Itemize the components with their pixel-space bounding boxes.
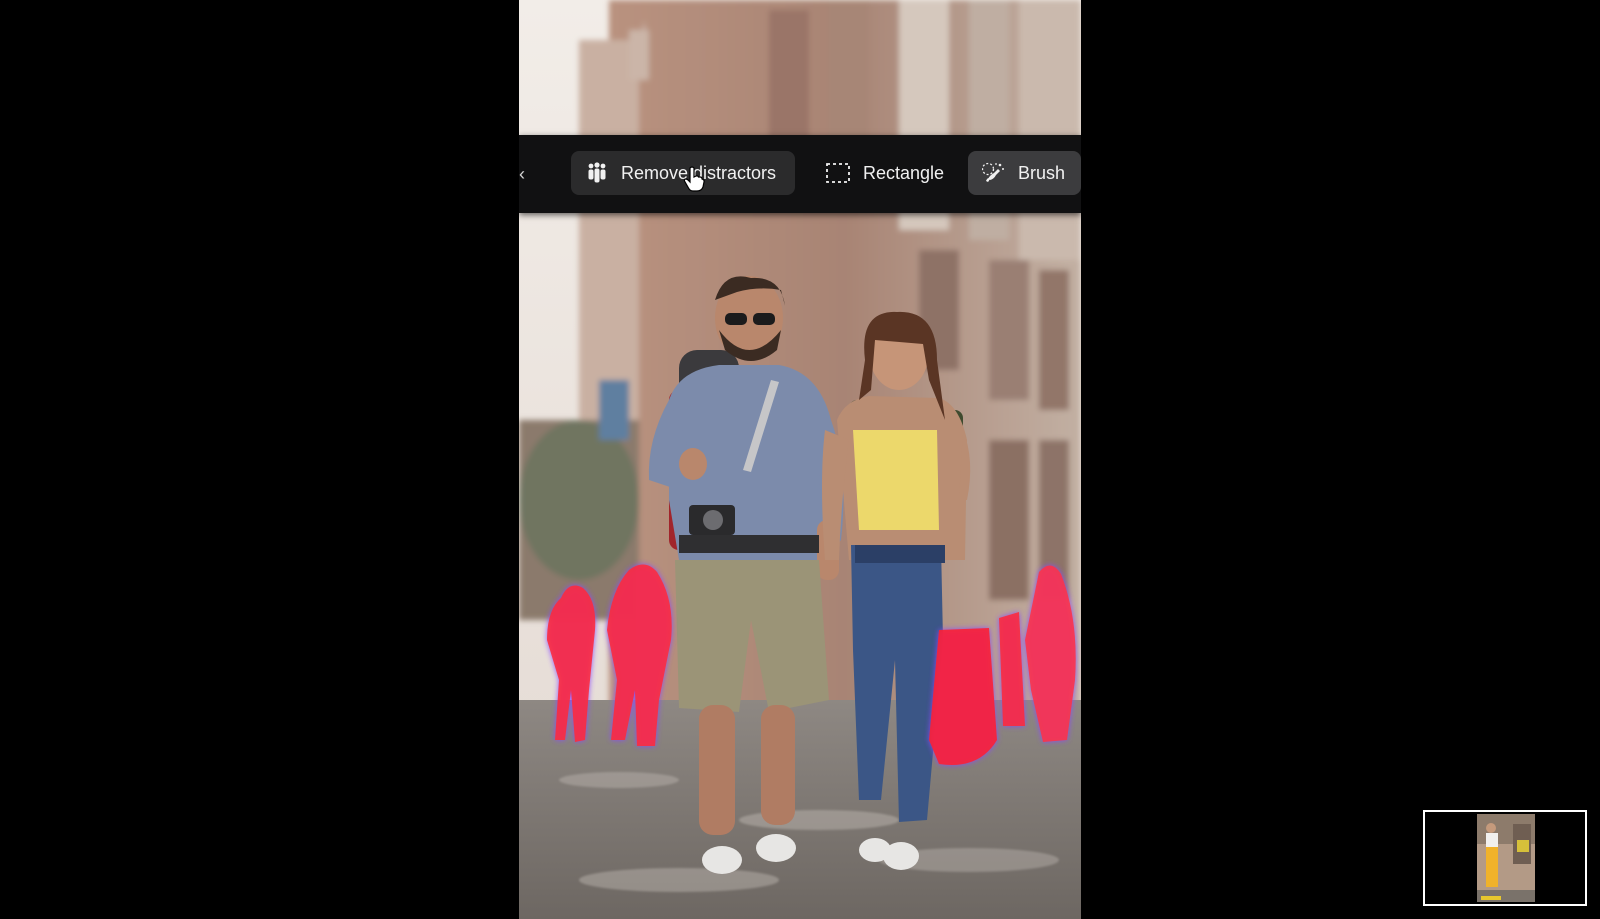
app-viewport: ‹ Remove distractors Rectangle Brush bbox=[0, 0, 1600, 919]
brush-tool-button[interactable]: Brush bbox=[968, 151, 1081, 195]
back-chevron-icon[interactable]: ‹ bbox=[519, 164, 531, 185]
rectangle-tool-button[interactable]: Rectangle bbox=[811, 151, 951, 195]
thumbnail-image bbox=[1477, 814, 1535, 902]
selection-toolbar: ‹ Remove distractors Rectangle Brush bbox=[519, 135, 1081, 213]
rectangle-tool-label: Rectangle bbox=[863, 162, 945, 183]
photo-thumbnail[interactable] bbox=[1423, 810, 1587, 906]
hand-pointer-icon bbox=[683, 166, 705, 192]
brush-tool-label: Brush bbox=[1018, 162, 1066, 183]
brush-sparkle-icon bbox=[982, 162, 1004, 182]
dashed-rectangle-icon bbox=[826, 163, 850, 183]
people-group-icon bbox=[588, 162, 606, 183]
